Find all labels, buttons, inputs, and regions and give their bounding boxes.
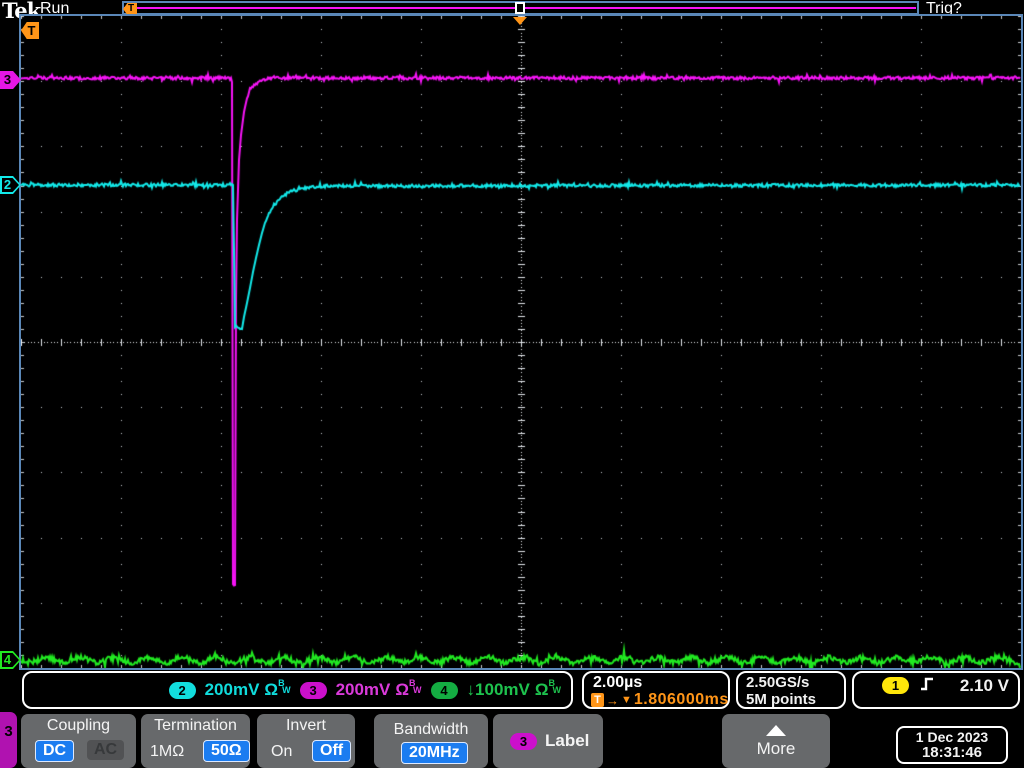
rising-edge-icon [921,677,933,691]
menu-channel-tab: 3 [0,712,17,768]
bandwidth-limit-icon: BW [548,678,562,695]
channel-2-marker[interactable]: 2 [0,176,21,194]
termination-50-option[interactable]: 50Ω [203,740,250,762]
coupling-dc-option[interactable]: DC [35,740,75,762]
channel-2-scale: 200mV Ω B W [204,678,291,700]
trigger-level: 2.10 V [959,676,1009,695]
timebase-readout-box[interactable]: 2.00µs T → ▼ 1.806000ms [582,671,730,709]
channel-4-scale: ↓100mV Ω B W [466,678,562,700]
acquisition-readout-box[interactable]: 2.50GS/s 5M points [736,671,846,709]
date-text: 1 Dec 2023 [915,729,989,745]
more-button[interactable]: More [722,714,830,768]
bandwidth-value[interactable]: 20MHz [401,742,468,764]
invert-arrow-icon: ↓ [466,680,476,699]
time-text: 18:31:46 [921,744,983,761]
channel-3-scale: 200mV Ω B W [335,678,422,700]
arrow-right-icon: → [606,692,619,708]
channel-readout-box: 2 200mV Ω B W 3 200mV Ω B W 4 ↓100mV Ω B W [22,671,573,709]
sample-rate: 2.50GS/s [746,674,810,691]
record-length: 5M points [746,691,816,708]
trigger-position-icon[interactable] [513,17,527,25]
waveform-canvas[interactable] [21,16,1021,668]
zoom-window-bracket[interactable] [515,2,525,14]
label-button[interactable]: 3 Label [493,714,603,768]
termination-button[interactable]: Termination 1MΩ 50Ω [141,714,250,768]
channel-2-badge[interactable]: 2 [168,681,196,699]
termination-1m-option[interactable]: 1MΩ [150,743,184,761]
trigger-t-icon: T [591,693,604,707]
channel-4-badge[interactable]: 4 [430,681,458,699]
invert-off-option[interactable]: Off [312,740,352,762]
bandwidth-button[interactable]: Bandwidth 20MHz [374,714,488,768]
datetime-display: 1 Dec 2023 18:31:46 [896,726,1008,764]
channel-3-badge[interactable]: 3 [299,681,327,699]
trigger-delay-readout: T → ▼ 1.806000ms [591,691,729,709]
label-channel-badge: 3 [510,733,537,750]
bandwidth-limit-icon: BW [409,678,422,695]
invert-on-option[interactable]: On [271,743,292,761]
invert-button[interactable]: Invert On Off [257,714,355,768]
center-marker-icon: ▼ [621,694,632,706]
coupling-button[interactable]: Coupling DC AC [21,714,136,768]
trigger-readout-box[interactable]: 1 2.10 V [852,671,1020,709]
bandwidth-limit-icon: BW [278,678,291,695]
channel-4-marker[interactable]: 4 [0,651,21,669]
channel-3-marker[interactable]: 3 [0,71,21,89]
coupling-ac-option[interactable]: AC [87,740,125,760]
up-arrow-icon [766,725,786,736]
trigger-source-badge[interactable]: 1 [882,677,909,694]
timebase-scale: 2.00µs [593,674,643,691]
